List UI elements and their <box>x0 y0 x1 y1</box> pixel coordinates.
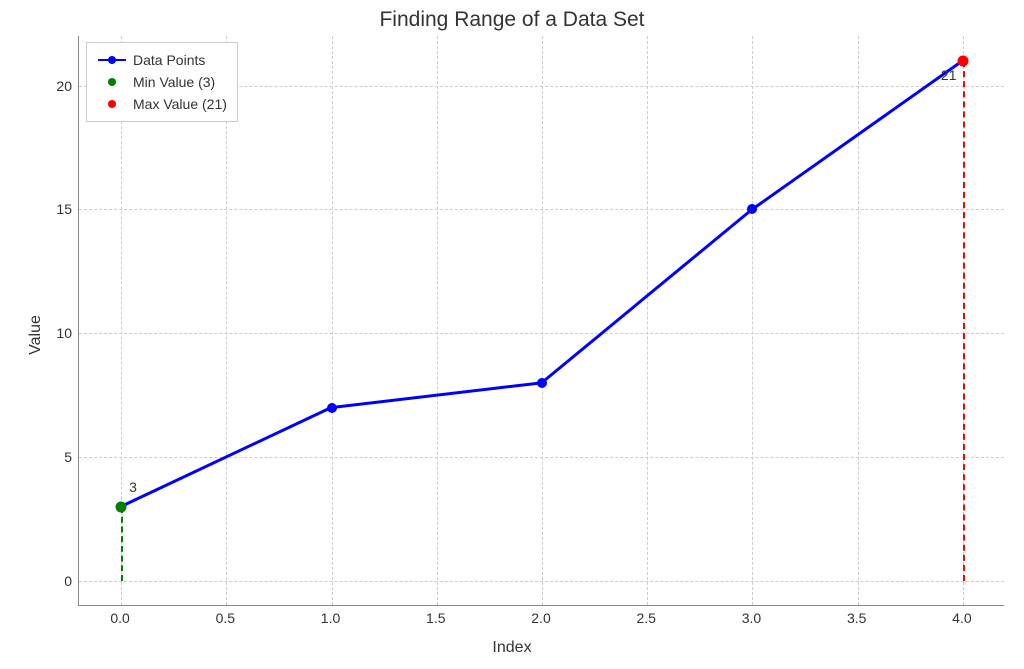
grid-vertical <box>332 36 333 605</box>
x-tick-label: 0.5 <box>216 610 235 626</box>
y-tick-label: 15 <box>48 201 72 217</box>
min-dashed-line <box>121 507 123 581</box>
x-tick-label: 2.5 <box>636 610 655 626</box>
y-tick-label: 10 <box>48 325 72 341</box>
legend-label: Min Value (3) <box>133 74 215 90</box>
y-tick-label: 0 <box>48 573 72 589</box>
grid-horizontal <box>79 333 1004 334</box>
x-axis-label: Index <box>0 639 1024 657</box>
legend-item-data: Data Points <box>97 49 227 71</box>
legend-item-min: Min Value (3) <box>97 71 227 93</box>
chart-container: Finding Range of a Data Set Value Index … <box>0 0 1024 669</box>
x-tick-label: 1.5 <box>426 610 445 626</box>
grid-vertical <box>858 36 859 605</box>
legend: Data Points Min Value (3) Max Value (21) <box>86 42 238 122</box>
max-dashed-line <box>963 61 965 581</box>
x-tick-label: 2.0 <box>531 610 550 626</box>
grid-vertical <box>437 36 438 605</box>
data-point <box>537 378 547 388</box>
x-tick-label: 3.5 <box>847 610 866 626</box>
grid-vertical <box>752 36 753 605</box>
grid-vertical <box>542 36 543 605</box>
min-marker <box>116 501 127 512</box>
max-marker <box>957 55 968 66</box>
max-label: 21 <box>941 67 957 83</box>
min-label: 3 <box>129 479 137 495</box>
x-tick-label: 3.0 <box>742 610 761 626</box>
grid-horizontal <box>79 209 1004 210</box>
y-tick-label: 20 <box>48 78 72 94</box>
y-axis-label: Value <box>27 315 45 355</box>
chart-title: Finding Range of a Data Set <box>0 8 1024 32</box>
legend-label: Max Value (21) <box>133 96 227 112</box>
x-tick-label: 4.0 <box>952 610 971 626</box>
x-tick-label: 1.0 <box>321 610 340 626</box>
data-point <box>747 204 757 214</box>
x-tick-label: 0.0 <box>110 610 129 626</box>
grid-horizontal <box>79 581 1004 582</box>
legend-item-max: Max Value (21) <box>97 93 227 115</box>
grid-vertical <box>647 36 648 605</box>
legend-label: Data Points <box>133 52 205 68</box>
data-point <box>327 403 337 413</box>
y-tick-label: 5 <box>48 449 72 465</box>
